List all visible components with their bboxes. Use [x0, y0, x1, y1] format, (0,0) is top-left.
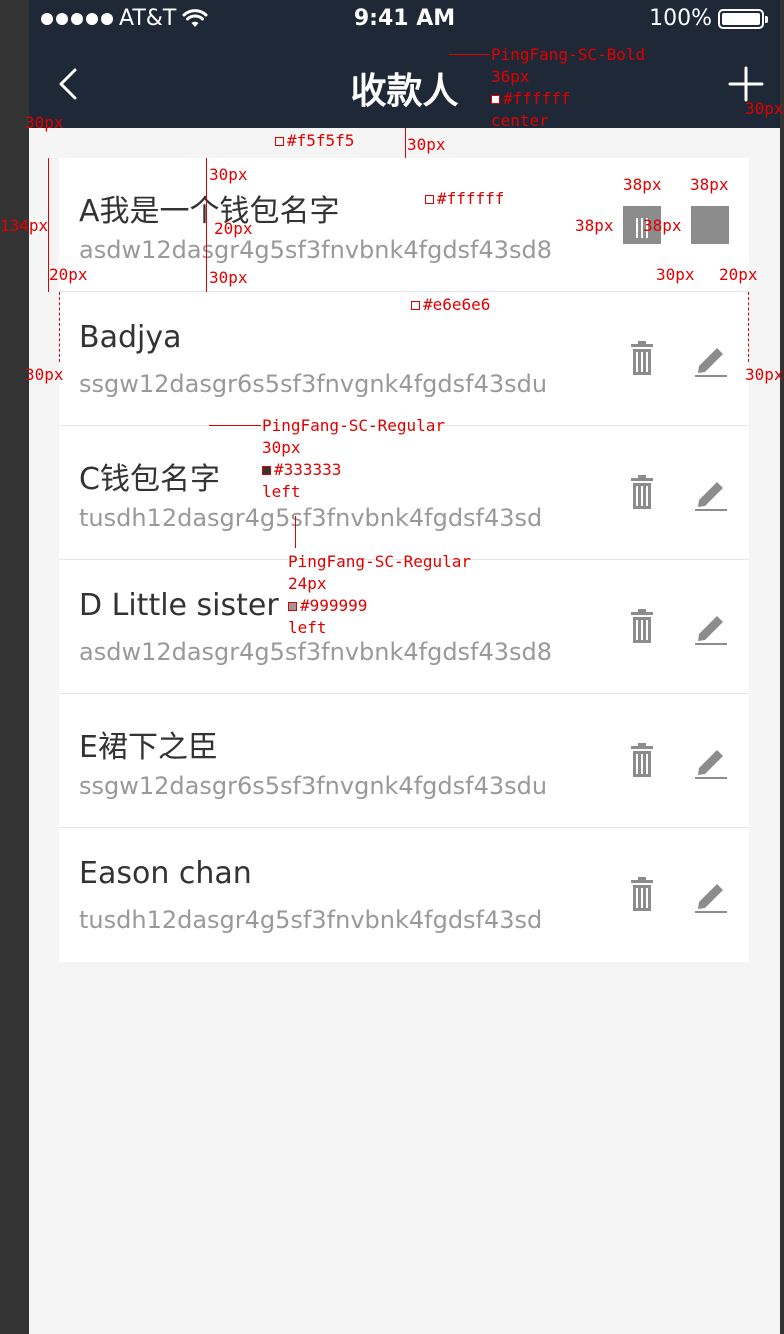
phone-screen: AT&T 9:41 AM 100% 收款人 A我是一个钱包名字 asdw12da… — [0, 0, 784, 1334]
ann-line — [206, 158, 207, 292]
ann-divider: #e6e6e6 — [411, 294, 490, 316]
ann-del-size: 38px — [623, 175, 662, 194]
wallet-name: D Little sister — [79, 588, 279, 623]
ann-title-align: center — [491, 111, 549, 130]
ann-acct-size: 24px — [288, 574, 327, 593]
wallet-account: asdw12dasgr4g5sf3fnvbnk4fgdsf43sd8 — [79, 236, 553, 264]
ann-leader — [449, 54, 489, 55]
ann-edit-height: 38px — [643, 216, 682, 235]
delete-button[interactable] — [623, 742, 661, 780]
edit-button[interactable] — [691, 206, 729, 244]
ann-edit-size: 38px — [690, 175, 729, 194]
ann-card-left: 30px — [25, 365, 64, 384]
top-bar: AT&T 9:41 AM 100% 收款人 — [29, 0, 780, 128]
pencil-icon — [691, 348, 729, 382]
trash-icon — [623, 609, 661, 650]
ann-leader — [295, 516, 296, 548]
ann-acct-color: #999999 — [288, 595, 367, 617]
ann-gap: 20px — [214, 219, 253, 238]
ann-card-right: 30px — [745, 365, 784, 384]
right-gutter — [780, 0, 784, 1334]
list-item[interactable]: C钱包名字 tusdh12dasgr4g5sf3fnvbnk4fgdsf43sd — [59, 426, 749, 560]
ann-icon-right: 20px — [719, 265, 758, 284]
ann-card-bg: #ffffff — [425, 188, 504, 210]
ann-name-color: #333333 — [262, 459, 341, 481]
ann-acct-bottom: 30px — [209, 268, 248, 287]
trash-icon — [623, 877, 661, 918]
battery: 100% — [649, 6, 768, 31]
trash-icon — [623, 475, 661, 516]
ann-name-align: left — [262, 482, 301, 501]
edit-button[interactable] — [691, 608, 729, 646]
wallet-name: C钱包名字 — [79, 462, 220, 497]
delete-button[interactable] — [623, 340, 661, 378]
wallet-account: ssgw12dasgr6s5sf3fnvgnk4fgdsf43sdu — [79, 370, 548, 398]
trash-icon — [623, 341, 661, 382]
list-item[interactable]: D Little sister asdw12dasgr4g5sf3fnvbnk4f… — [59, 560, 749, 694]
left-gutter — [0, 0, 29, 1334]
wallet-account: asdw12dasgr4g5sf3fnvbnk4fgdsf43sd8 — [79, 638, 553, 666]
pencil-icon — [691, 482, 729, 516]
ann-name-font: PingFang-SC-Regular — [262, 416, 446, 435]
pencil-icon — [691, 616, 729, 650]
ann-icon-gap: 30px — [656, 265, 695, 284]
wallet-account: tusdh12dasgr4g5sf3fnvbnk4fgdsf43sd — [79, 504, 543, 532]
ann-name-top: 30px — [209, 165, 248, 184]
ann-dash — [59, 292, 60, 362]
ann-row-height: 134px — [0, 216, 49, 235]
edit-button[interactable] — [691, 876, 729, 914]
battery-icon — [718, 8, 768, 29]
ann-acct-align: left — [288, 618, 327, 637]
trash-icon — [623, 743, 661, 784]
battery-percent: 100% — [649, 6, 712, 31]
ann-row-left-pad: 20px — [49, 265, 88, 284]
pencil-icon — [691, 750, 729, 784]
edit-button[interactable] — [691, 474, 729, 512]
list-item[interactable]: Eason chan tusdh12dasgr4g5sf3fnvbnk4fgdsf… — [59, 828, 749, 962]
list-item[interactable]: Badjya ssgw12dasgr6s5sf3fnvgnk4fgdsf43sdu — [59, 292, 749, 426]
edit-button[interactable] — [691, 742, 729, 780]
ann-title-size: 36px — [491, 67, 530, 86]
wallet-name: A我是一个钱包名字 — [79, 194, 340, 229]
pencil-icon — [691, 884, 729, 918]
ann-dash — [748, 292, 749, 362]
ann-line — [405, 128, 406, 158]
ann-page-bg: #f5f5f5 — [275, 130, 354, 152]
wallet-account: ssgw12dasgr6s5sf3fnvgnk4fgdsf43sdu — [79, 772, 548, 800]
edit-button[interactable] — [691, 340, 729, 378]
ann-name-size: 30px — [262, 438, 301, 457]
delete-button[interactable] — [623, 474, 661, 512]
ann-title-font: PingFang-SC-Bold — [491, 45, 646, 64]
wallet-name: E裙下之臣 — [79, 730, 218, 765]
pencil-icon — [691, 214, 729, 248]
ann-acct-font: PingFang-SC-Regular — [288, 552, 472, 571]
list-item[interactable]: E裙下之臣 ssgw12dasgr6s5sf3fnvgnk4fgdsf43sdu — [59, 694, 749, 828]
wallet-name: Eason chan — [79, 856, 252, 891]
ann-left-margin: 30px — [25, 113, 64, 132]
status-bar: AT&T 9:41 AM 100% — [29, 0, 780, 40]
ann-del-height: 38px — [575, 216, 614, 235]
wallet-name: Badjya — [79, 320, 182, 355]
delete-button[interactable] — [623, 608, 661, 646]
ann-leader — [209, 425, 261, 426]
ann-right-margin: 30px — [745, 99, 784, 118]
delete-button[interactable] — [623, 876, 661, 914]
page-title: 收款人 — [350, 71, 459, 112]
ann-card-top: 30px — [407, 135, 446, 154]
wallet-account: tusdh12dasgr4g5sf3fnvbnk4fgdsf43sd — [79, 906, 543, 934]
ann-title-color: #ffffff — [491, 88, 570, 110]
